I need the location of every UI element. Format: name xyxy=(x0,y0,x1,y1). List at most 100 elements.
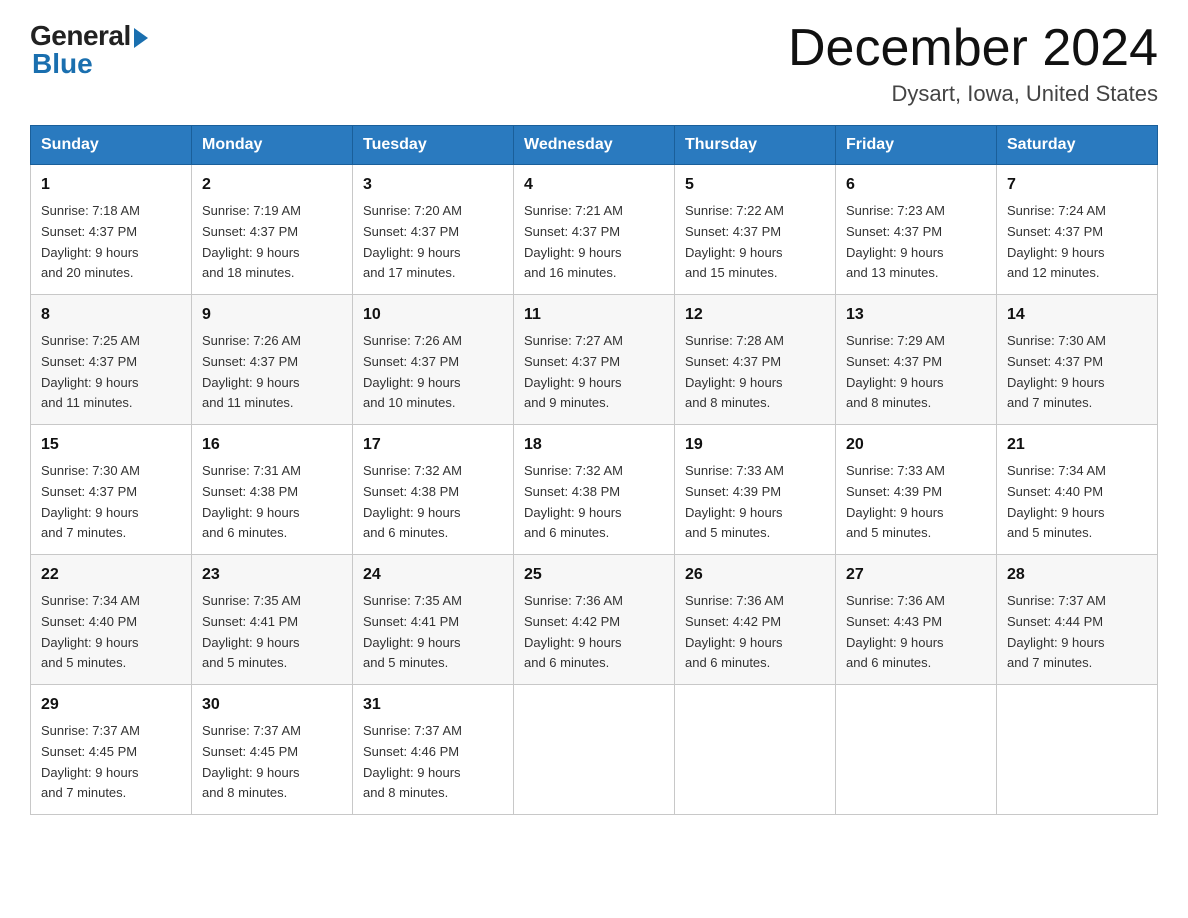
day-info: Sunrise: 7:37 AMSunset: 4:46 PMDaylight:… xyxy=(363,721,503,804)
day-info: Sunrise: 7:25 AMSunset: 4:37 PMDaylight:… xyxy=(41,331,181,414)
day-info: Sunrise: 7:26 AMSunset: 4:37 PMDaylight:… xyxy=(202,331,342,414)
day-info: Sunrise: 7:37 AMSunset: 4:45 PMDaylight:… xyxy=(41,721,181,804)
calendar-cell xyxy=(675,685,836,815)
day-info: Sunrise: 7:37 AMSunset: 4:45 PMDaylight:… xyxy=(202,721,342,804)
calendar-cell: 29 Sunrise: 7:37 AMSunset: 4:45 PMDayligh… xyxy=(31,685,192,815)
day-number: 28 xyxy=(1007,563,1147,588)
month-year-title: December 2024 xyxy=(788,20,1158,77)
calendar-cell: 22Sunrise: 7:34 AMSunset: 4:40 PMDayligh… xyxy=(31,555,192,685)
day-info: Sunrise: 7:22 AMSunset: 4:37 PMDaylight:… xyxy=(685,201,825,284)
calendar-cell: 11 Sunrise: 7:27 AMSunset: 4:37 PMDayligh… xyxy=(514,295,675,425)
logo-blue-text: Blue xyxy=(32,48,93,80)
calendar-cell xyxy=(514,685,675,815)
calendar-cell: 24 Sunrise: 7:35 AMSunset: 4:41 PMDayligh… xyxy=(353,555,514,685)
header-day-friday: Friday xyxy=(836,126,997,165)
day-info: Sunrise: 7:27 AMSunset: 4:37 PMDaylight:… xyxy=(524,331,664,414)
header-row: SundayMondayTuesdayWednesdayThursdayFrid… xyxy=(31,126,1158,165)
calendar-cell: 20Sunrise: 7:33 AMSunset: 4:39 PMDayligh… xyxy=(836,425,997,555)
header-day-monday: Monday xyxy=(192,126,353,165)
calendar-table: SundayMondayTuesdayWednesdayThursdayFrid… xyxy=(30,125,1158,815)
calendar-body: 1Sunrise: 7:18 AMSunset: 4:37 PMDaylight… xyxy=(31,165,1158,815)
calendar-cell: 15 Sunrise: 7:30 AMSunset: 4:37 PMDayligh… xyxy=(31,425,192,555)
day-info: Sunrise: 7:37 AMSunset: 4:44 PMDaylight:… xyxy=(1007,591,1147,674)
day-number: 1 xyxy=(41,173,181,198)
location-subtitle: Dysart, Iowa, United States xyxy=(788,81,1158,107)
day-number: 6 xyxy=(846,173,986,198)
calendar-cell xyxy=(836,685,997,815)
day-number: 4 xyxy=(524,173,664,198)
logo: General Blue xyxy=(30,20,148,80)
day-number: 5 xyxy=(685,173,825,198)
day-info: Sunrise: 7:29 AMSunset: 4:37 PMDaylight:… xyxy=(846,331,986,414)
calendar-cell: 3 Sunrise: 7:20 AMSunset: 4:37 PMDaylight… xyxy=(353,165,514,295)
header-day-sunday: Sunday xyxy=(31,126,192,165)
calendar-cell: 26 Sunrise: 7:36 AMSunset: 4:42 PMDayligh… xyxy=(675,555,836,685)
calendar-cell: 17 Sunrise: 7:32 AMSunset: 4:38 PMDayligh… xyxy=(353,425,514,555)
day-number: 21 xyxy=(1007,433,1147,458)
day-info: Sunrise: 7:35 AMSunset: 4:41 PMDaylight:… xyxy=(363,591,503,674)
header-day-thursday: Thursday xyxy=(675,126,836,165)
calendar-cell: 19Sunrise: 7:33 AMSunset: 4:39 PMDayligh… xyxy=(675,425,836,555)
calendar-cell: 23 Sunrise: 7:35 AMSunset: 4:41 PMDayligh… xyxy=(192,555,353,685)
day-info: Sunrise: 7:36 AMSunset: 4:42 PMDaylight:… xyxy=(685,591,825,674)
calendar-week-row: 15 Sunrise: 7:30 AMSunset: 4:37 PMDayligh… xyxy=(31,425,1158,555)
day-number: 25 xyxy=(524,563,664,588)
day-info: Sunrise: 7:20 AMSunset: 4:37 PMDaylight:… xyxy=(363,201,503,284)
calendar-cell: 21Sunrise: 7:34 AMSunset: 4:40 PMDayligh… xyxy=(997,425,1158,555)
header-day-wednesday: Wednesday xyxy=(514,126,675,165)
day-info: Sunrise: 7:23 AMSunset: 4:37 PMDaylight:… xyxy=(846,201,986,284)
day-number: 12 xyxy=(685,303,825,328)
header-day-saturday: Saturday xyxy=(997,126,1158,165)
calendar-cell: 12 Sunrise: 7:28 AMSunset: 4:37 PMDayligh… xyxy=(675,295,836,425)
day-info: Sunrise: 7:33 AMSunset: 4:39 PMDaylight:… xyxy=(685,461,825,544)
calendar-cell: 8Sunrise: 7:25 AMSunset: 4:37 PMDaylight… xyxy=(31,295,192,425)
calendar-cell: 6 Sunrise: 7:23 AMSunset: 4:37 PMDaylight… xyxy=(836,165,997,295)
day-number: 18 xyxy=(524,433,664,458)
page-header: General Blue December 2024 Dysart, Iowa,… xyxy=(30,20,1158,107)
day-number: 24 xyxy=(363,563,503,588)
day-number: 11 xyxy=(524,303,664,328)
day-number: 23 xyxy=(202,563,342,588)
calendar-cell: 27Sunrise: 7:36 AMSunset: 4:43 PMDayligh… xyxy=(836,555,997,685)
day-number: 17 xyxy=(363,433,503,458)
day-number: 2 xyxy=(202,173,342,198)
calendar-cell: 5 Sunrise: 7:22 AMSunset: 4:37 PMDaylight… xyxy=(675,165,836,295)
day-info: Sunrise: 7:26 AMSunset: 4:37 PMDaylight:… xyxy=(363,331,503,414)
logo-arrow-icon xyxy=(134,28,148,48)
day-number: 15 xyxy=(41,433,181,458)
calendar-week-row: 29 Sunrise: 7:37 AMSunset: 4:45 PMDayligh… xyxy=(31,685,1158,815)
calendar-cell: 4Sunrise: 7:21 AMSunset: 4:37 PMDaylight… xyxy=(514,165,675,295)
day-number: 26 xyxy=(685,563,825,588)
day-info: Sunrise: 7:33 AMSunset: 4:39 PMDaylight:… xyxy=(846,461,986,544)
day-info: Sunrise: 7:30 AMSunset: 4:37 PMDaylight:… xyxy=(41,461,181,544)
day-info: Sunrise: 7:31 AMSunset: 4:38 PMDaylight:… xyxy=(202,461,342,544)
calendar-week-row: 1Sunrise: 7:18 AMSunset: 4:37 PMDaylight… xyxy=(31,165,1158,295)
day-info: Sunrise: 7:30 AMSunset: 4:37 PMDaylight:… xyxy=(1007,331,1147,414)
calendar-cell: 25Sunrise: 7:36 AMSunset: 4:42 PMDayligh… xyxy=(514,555,675,685)
day-info: Sunrise: 7:28 AMSunset: 4:37 PMDaylight:… xyxy=(685,331,825,414)
calendar-cell: 7 Sunrise: 7:24 AMSunset: 4:37 PMDaylight… xyxy=(997,165,1158,295)
day-number: 3 xyxy=(363,173,503,198)
day-info: Sunrise: 7:24 AMSunset: 4:37 PMDaylight:… xyxy=(1007,201,1147,284)
calendar-header: SundayMondayTuesdayWednesdayThursdayFrid… xyxy=(31,126,1158,165)
day-number: 29 xyxy=(41,693,181,718)
calendar-cell: 9Sunrise: 7:26 AMSunset: 4:37 PMDaylight… xyxy=(192,295,353,425)
calendar-cell: 18 Sunrise: 7:32 AMSunset: 4:38 PMDayligh… xyxy=(514,425,675,555)
title-block: December 2024 Dysart, Iowa, United State… xyxy=(788,20,1158,107)
day-number: 7 xyxy=(1007,173,1147,198)
day-number: 14 xyxy=(1007,303,1147,328)
day-number: 16 xyxy=(202,433,342,458)
calendar-week-row: 22Sunrise: 7:34 AMSunset: 4:40 PMDayligh… xyxy=(31,555,1158,685)
day-info: Sunrise: 7:32 AMSunset: 4:38 PMDaylight:… xyxy=(524,461,664,544)
day-info: Sunrise: 7:35 AMSunset: 4:41 PMDaylight:… xyxy=(202,591,342,674)
calendar-cell: 2Sunrise: 7:19 AMSunset: 4:37 PMDaylight… xyxy=(192,165,353,295)
day-info: Sunrise: 7:32 AMSunset: 4:38 PMDaylight:… xyxy=(363,461,503,544)
calendar-cell: 16 Sunrise: 7:31 AMSunset: 4:38 PMDayligh… xyxy=(192,425,353,555)
day-number: 31 xyxy=(363,693,503,718)
day-info: Sunrise: 7:36 AMSunset: 4:43 PMDaylight:… xyxy=(846,591,986,674)
header-day-tuesday: Tuesday xyxy=(353,126,514,165)
calendar-cell xyxy=(997,685,1158,815)
calendar-cell: 30Sunrise: 7:37 AMSunset: 4:45 PMDayligh… xyxy=(192,685,353,815)
calendar-cell: 28 Sunrise: 7:37 AMSunset: 4:44 PMDayligh… xyxy=(997,555,1158,685)
calendar-cell: 10Sunrise: 7:26 AMSunset: 4:37 PMDayligh… xyxy=(353,295,514,425)
